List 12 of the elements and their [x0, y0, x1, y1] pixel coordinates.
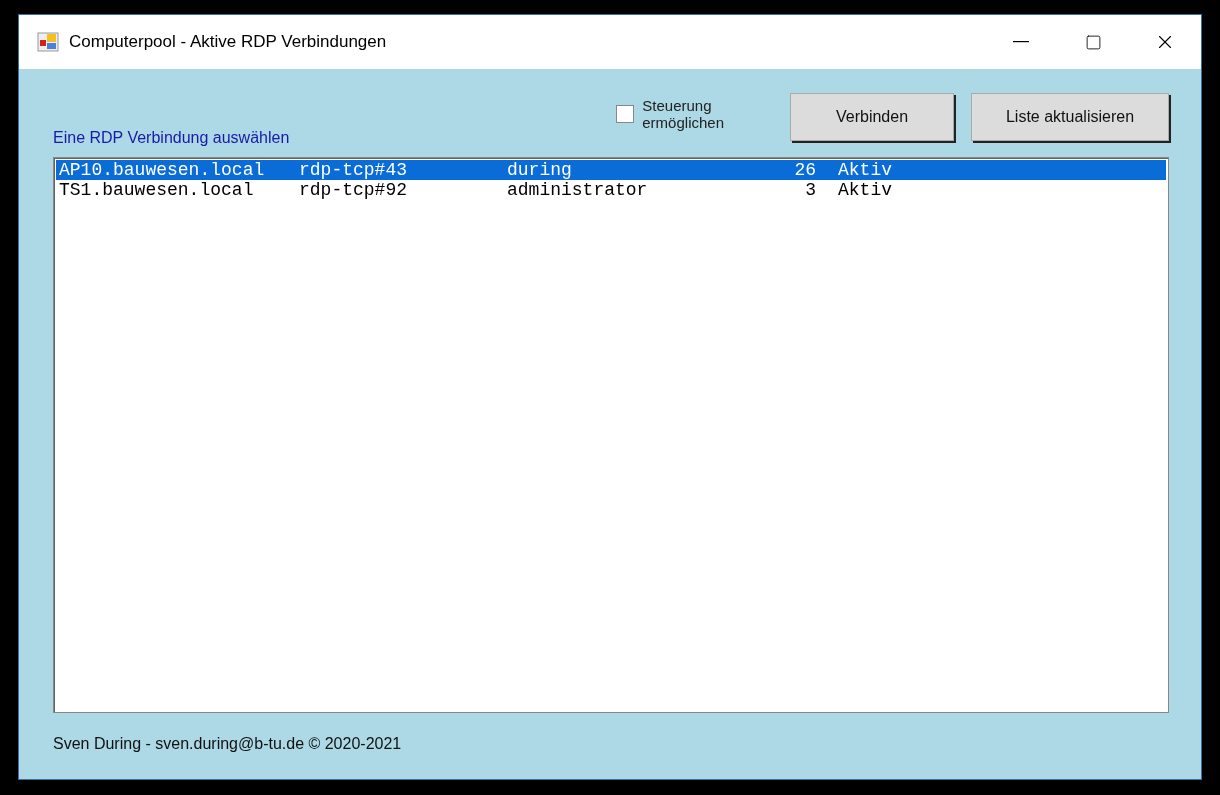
app-icon [37, 32, 59, 52]
list-label: Eine RDP Verbindung auswählen [53, 129, 291, 147]
maximize-icon [1084, 33, 1102, 51]
footer-text: Sven During - sven.during@b-tu.de © 2020-2021 [53, 735, 403, 753]
session-row[interactable]: AP10.bauwesen.local rdp-tcp#43 during 26 Aktiv [56, 160, 1166, 180]
refresh-button[interactable]: Liste aktualisieren [971, 93, 1169, 141]
session-row[interactable]: TS1.bauwesen.local rdp-tcp#92 administrator 3 Aktiv [56, 180, 1166, 200]
checkbox-label: Steuerung ermöglichen [642, 97, 724, 131]
minimize-icon [1013, 41, 1029, 43]
connect-button[interactable]: Verbinden [790, 93, 954, 141]
window-title: Computerpool - Aktive RDP Verbindungen [69, 32, 388, 52]
checkbox[interactable] [616, 105, 635, 123]
